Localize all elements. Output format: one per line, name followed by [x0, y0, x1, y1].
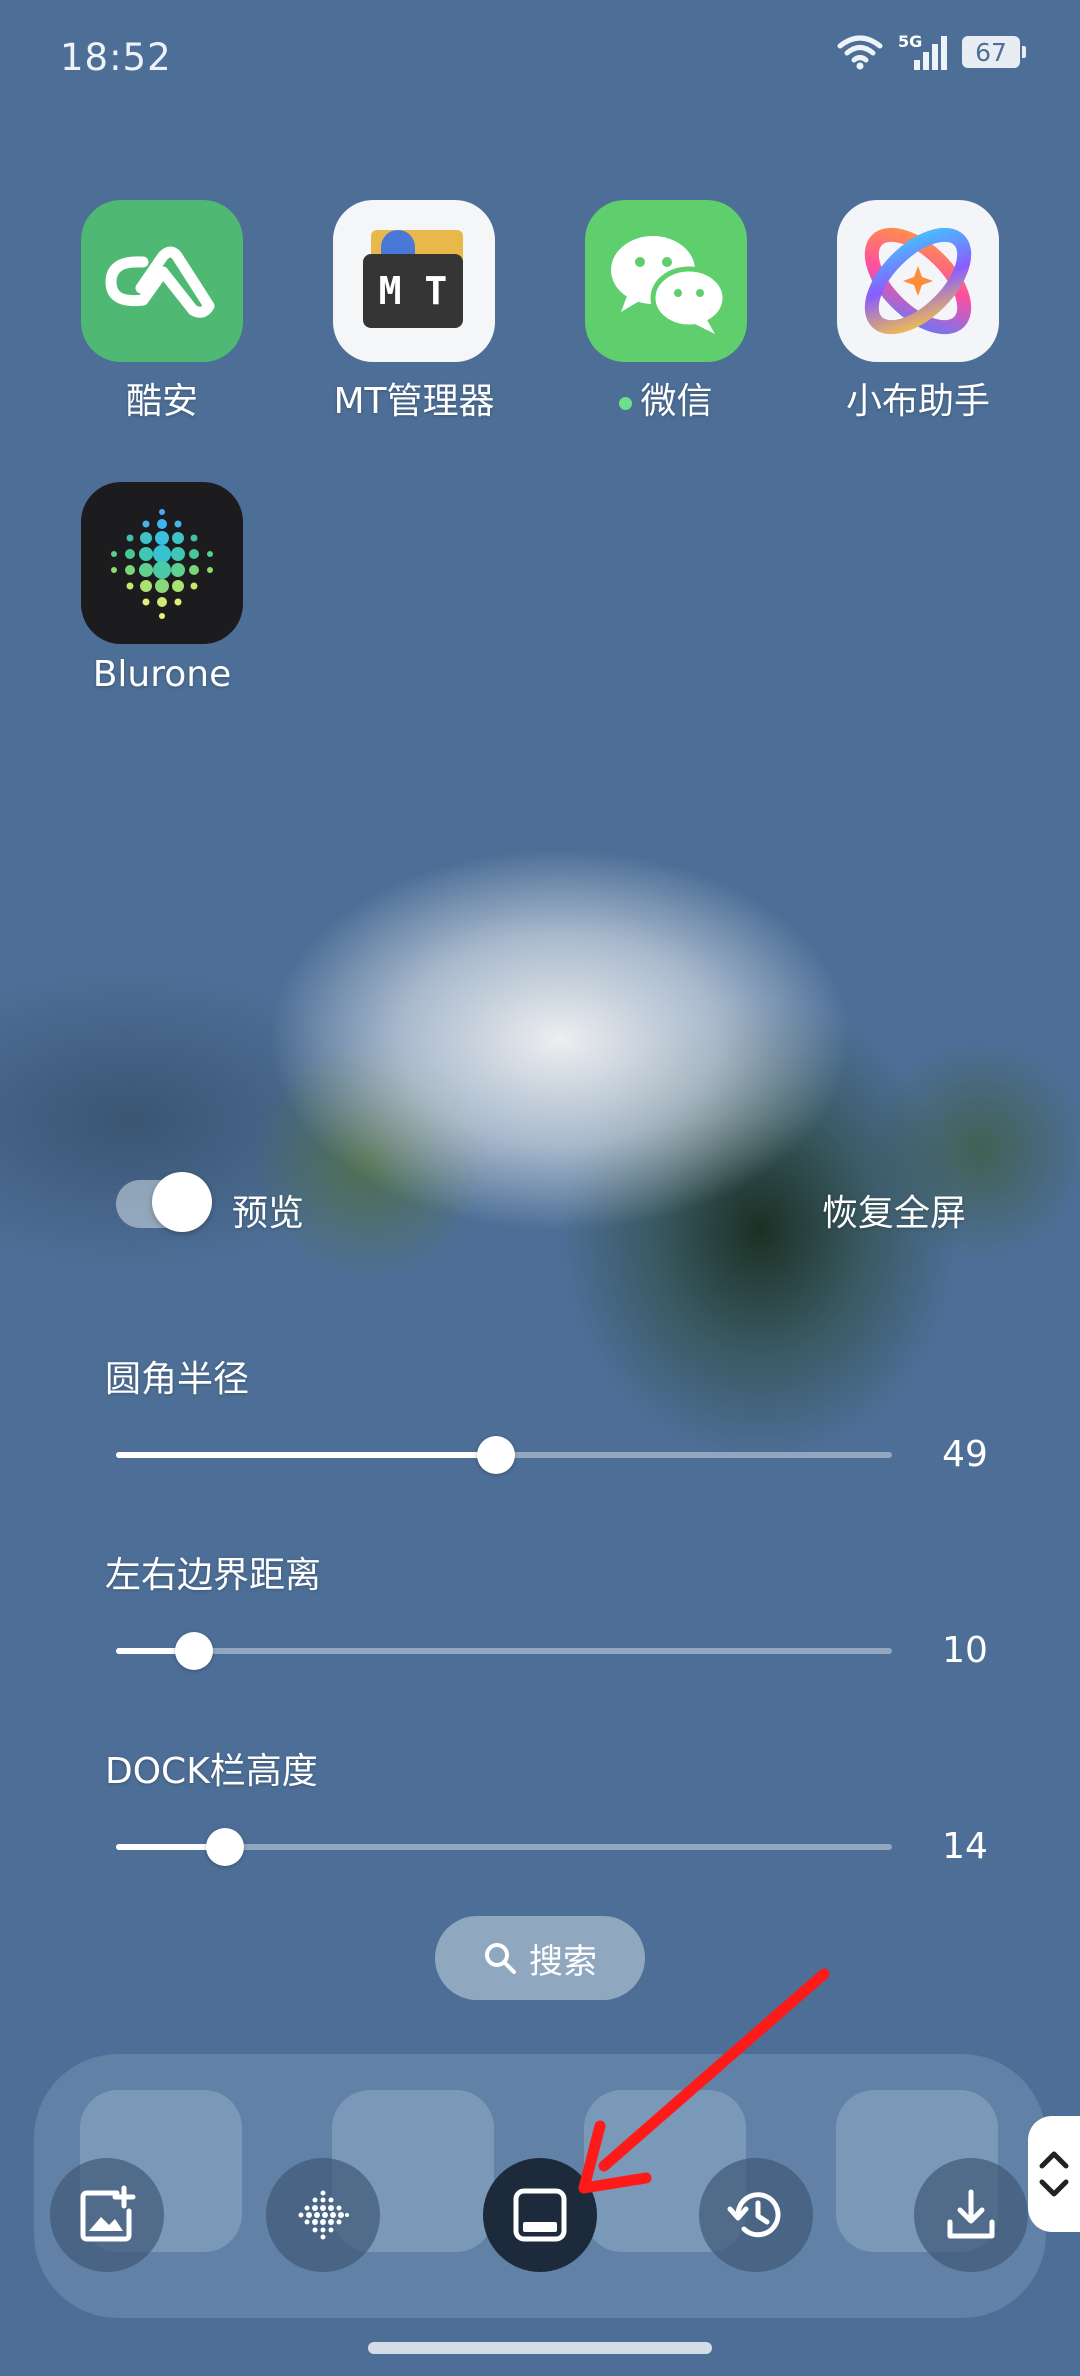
- new-install-dot: [619, 396, 633, 410]
- mt-icon-text: M T: [363, 254, 463, 328]
- status-icons: 5G 67: [836, 32, 1026, 70]
- preview-label: 预览: [232, 1193, 305, 1234]
- blur-dots-icon: [298, 2190, 349, 2240]
- slider-thumb[interactable]: [174, 1632, 213, 1670]
- coolapk-icon: [81, 200, 243, 362]
- wifi-icon: [837, 35, 883, 70]
- dock-height-value: 14: [942, 1826, 988, 1867]
- search-button[interactable]: 搜索: [435, 1916, 645, 2000]
- blur-button[interactable]: [266, 2158, 380, 2272]
- blurone-icon: [81, 482, 243, 644]
- add-image-icon: [80, 2185, 136, 2242]
- home-indicator[interactable]: [368, 2342, 712, 2354]
- xiaobu-assistant-icon: [837, 200, 999, 362]
- search-icon: [485, 1943, 516, 1974]
- restore-fullscreen-button[interactable]: 恢复全屏: [822, 1184, 966, 1236]
- app-label: 小布助手: [845, 381, 990, 422]
- app-blurone[interactable]: Blurone: [37, 482, 287, 695]
- app-xiaobu-assistant[interactable]: 小布助手: [793, 200, 1043, 424]
- corner-radius-slider[interactable]: [116, 1436, 892, 1474]
- toggle-knob: [152, 1172, 212, 1232]
- search-label: 搜索: [529, 1941, 597, 1982]
- app-coolapk[interactable]: 酷安: [37, 200, 287, 424]
- app-label: 微信: [541, 372, 791, 424]
- side-margin-label: 左右边界距离: [105, 1555, 322, 1596]
- corner-radius-value: 49: [942, 1434, 988, 1475]
- signal-indicator: 5G: [898, 32, 948, 70]
- dock-height-label: DOCK栏高度: [105, 1751, 318, 1792]
- slider-fill: [116, 1452, 497, 1458]
- history-button[interactable]: [699, 2158, 813, 2272]
- dock-layout-icon: [513, 2188, 567, 2242]
- dock-layout-button[interactable]: [483, 2158, 597, 2272]
- mt-manager-icon: M T: [333, 200, 495, 362]
- preview-toggle[interactable]: [116, 1172, 212, 1232]
- app-label: MT管理器: [333, 381, 495, 422]
- side-margin-value: 10: [942, 1630, 988, 1671]
- download-button[interactable]: [914, 2158, 1028, 2272]
- slider-thumb[interactable]: [477, 1436, 516, 1474]
- corner-radius-label: 圆角半径: [105, 1359, 250, 1400]
- chevron-up-down-icon: [1039, 2151, 1069, 2197]
- side-margin-slider[interactable]: [116, 1632, 892, 1670]
- download-icon: [947, 2189, 995, 2239]
- wechat-icon: [585, 200, 747, 362]
- app-mt-manager[interactable]: M T MT管理器: [289, 200, 539, 424]
- add-image-button[interactable]: [50, 2158, 164, 2272]
- status-time: 18:52: [60, 36, 172, 79]
- signal-icon: [914, 36, 947, 70]
- history-icon: [727, 2192, 781, 2238]
- battery-indicator: 67: [962, 36, 1026, 68]
- expand-panel-handle[interactable]: [1028, 2116, 1080, 2232]
- app-wechat[interactable]: 微信: [541, 200, 791, 424]
- dock-height-slider[interactable]: [116, 1828, 892, 1866]
- app-label: Blurone: [92, 654, 232, 695]
- app-label: 酷安: [125, 381, 198, 422]
- slider-thumb[interactable]: [205, 1828, 244, 1866]
- app-label-text: 微信: [640, 381, 713, 422]
